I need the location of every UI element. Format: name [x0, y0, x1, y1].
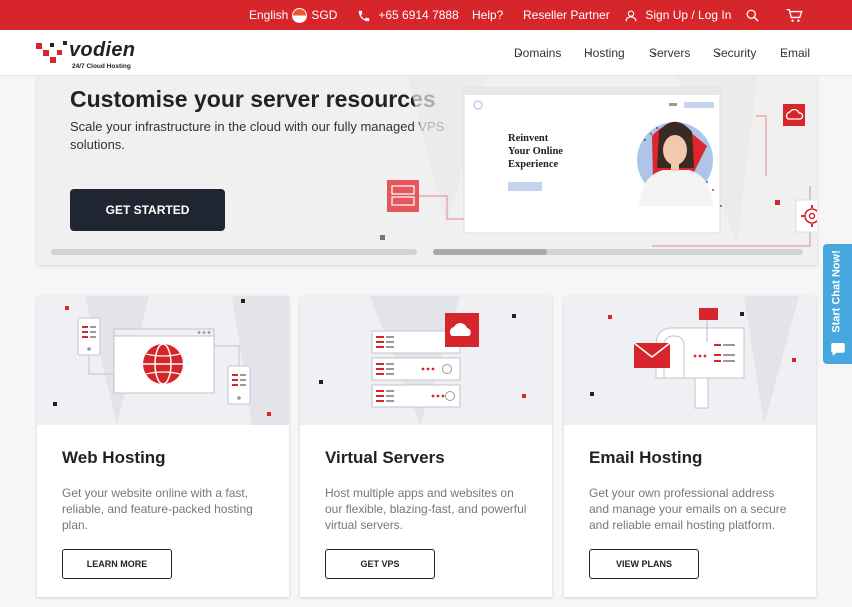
virtual-servers-illustration	[300, 296, 552, 425]
email-hosting-illustration	[564, 296, 816, 425]
phone-link[interactable]: +65 6914 7888	[357, 0, 459, 30]
chevron-down-icon: ⌄	[516, 48, 523, 57]
card-title: Email Hosting	[589, 448, 703, 467]
globe-icon	[143, 343, 183, 385]
chat-label: Start Chat Now!	[830, 250, 843, 333]
card-title: Web Hosting	[62, 448, 166, 467]
card-title: Virtual Servers	[325, 448, 445, 467]
web-hosting-illustration	[37, 296, 289, 425]
card-description: Get your own professional address and ma…	[589, 486, 787, 532]
cloud-icon	[783, 104, 805, 126]
view-plans-button[interactable]: VIEW PLANS	[589, 549, 699, 579]
hero-banner: Customise your server resources Scale yo…	[37, 76, 817, 265]
chevron-down-icon: ⌄	[586, 48, 593, 57]
chevron-down-icon: ⌄	[715, 48, 722, 57]
reseller-link[interactable]: Reseller Partner	[523, 0, 610, 30]
chevron-down-icon: ⌄	[782, 48, 789, 57]
chat-widget[interactable]: Start Chat Now!	[823, 244, 852, 364]
main-nav: vodien 24/7 Cloud Hosting Domains ⌄ Hosti…	[0, 30, 852, 76]
get-started-button[interactable]: GET STARTED	[70, 189, 225, 231]
gear-icon	[795, 199, 817, 233]
learn-more-button[interactable]: LEARN MORE	[62, 549, 172, 579]
signin-link[interactable]: Sign Up / Log In	[624, 0, 731, 30]
web-hosting-card: Web Hosting Get your website online with…	[37, 296, 289, 597]
cart-icon	[786, 9, 803, 23]
person-photo	[637, 121, 713, 206]
chevron-down-icon: ⌄	[651, 48, 658, 57]
slider-progress	[433, 249, 547, 255]
search-button[interactable]	[745, 0, 760, 30]
help-link[interactable]: Help?	[472, 0, 503, 30]
server-icon	[387, 180, 419, 212]
card-description: Host multiple apps and websites on our f…	[325, 486, 527, 532]
cloud-icon	[445, 313, 479, 347]
language-selector[interactable]: English SGD	[249, 0, 337, 30]
search-icon	[746, 9, 759, 22]
card-description: Get your website online with a fast, rel…	[62, 486, 253, 532]
phone-number: +65 6914 7888	[378, 8, 459, 22]
hero-illustration: Reinvent Your Online Experience	[380, 76, 817, 247]
virtual-servers-card: Virtual Servers Host multiple apps and w…	[300, 296, 552, 597]
top-bar: English SGD +65 6914 7888 Help? Reseller …	[0, 0, 852, 30]
envelope-icon	[633, 342, 671, 368]
singapore-flag-icon	[292, 8, 308, 24]
signin-label: Sign Up / Log In	[645, 8, 732, 22]
get-vps-button[interactable]: GET VPS	[325, 549, 435, 579]
phone-icon	[358, 10, 370, 22]
chat-bubble-icon	[831, 343, 845, 356]
slider-track-1[interactable]	[51, 249, 417, 255]
email-hosting-card: Email Hosting Get your own professional …	[564, 296, 816, 597]
user-icon	[625, 10, 637, 22]
currency-label: SGD	[311, 8, 338, 22]
language-label: English	[249, 8, 289, 22]
cart-button[interactable]	[786, 0, 803, 30]
